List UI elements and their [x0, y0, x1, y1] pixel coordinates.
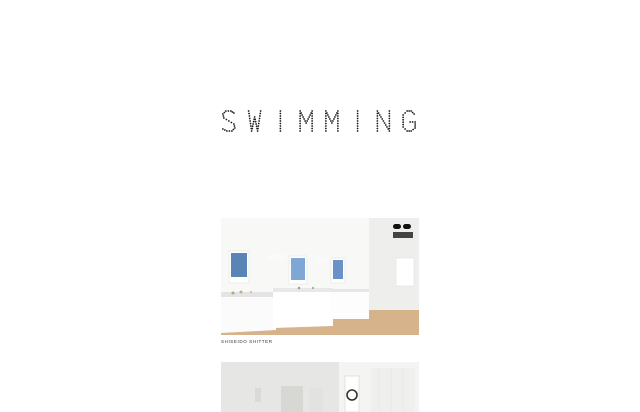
project-card[interactable] — [221, 362, 419, 412]
swimming-dotted-logo — [221, 110, 417, 132]
project-image-gallery[interactable] — [221, 218, 419, 335]
project-caption[interactable]: SHISEIDO SHITTER — [221, 339, 419, 344]
site-logo[interactable] — [216, 109, 422, 133]
project-card[interactable]: SHISEIDO SHITTER — [221, 218, 419, 344]
project-image-gallery[interactable] — [221, 362, 419, 412]
